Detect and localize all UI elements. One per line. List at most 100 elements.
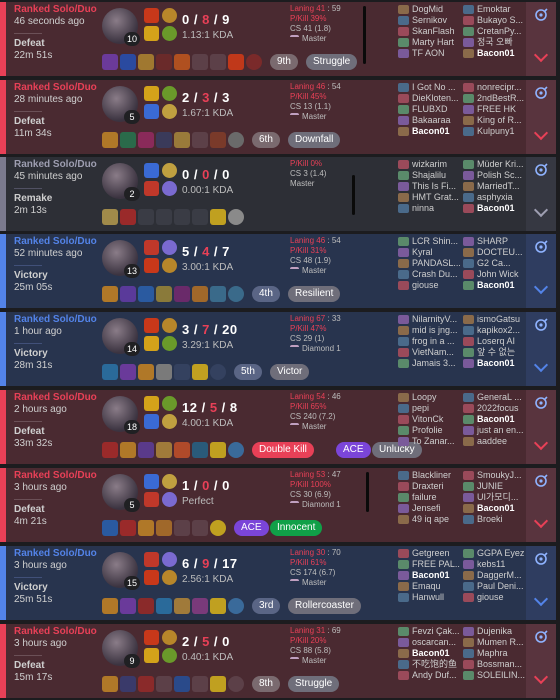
player-entry[interactable]: DieKloten... [398, 93, 460, 104]
match-row[interactable]: Ranked Solo/Duo 3 hours ago Victory 25m 51s… [0, 546, 556, 620]
player-entry[interactable]: Loserq AI [463, 336, 525, 347]
player-entry[interactable]: DOCTEU... [463, 247, 525, 258]
player-entry[interactable]: Andy Duf... [398, 670, 460, 681]
player-entry[interactable]: Shajalilu [398, 170, 460, 181]
player-entry[interactable]: FREE PAL... [398, 559, 460, 570]
match-row[interactable]: Ranked Solo/Duo 52 minutes ago Victory 25m … [0, 234, 556, 308]
expand-panel[interactable] [526, 390, 556, 464]
player-entry[interactable]: DogMid [398, 4, 460, 15]
share-icon[interactable] [534, 240, 548, 254]
match-row[interactable]: Ranked Solo/Duo 1 hour ago Victory 28m 31s 1… [0, 312, 556, 386]
share-icon[interactable] [534, 8, 548, 22]
share-icon[interactable] [534, 474, 548, 488]
player-entry[interactable]: ismoGatsu [463, 314, 525, 325]
player-entry[interactable]: Bacon01 [463, 203, 525, 214]
player-entry[interactable]: Bacon01 [398, 570, 460, 581]
player-entry[interactable]: CretanPy... [463, 26, 525, 37]
player-entry[interactable]: 앞 수 없는 [463, 347, 525, 358]
player-entry[interactable]: wizkarim [398, 159, 460, 170]
player-entry[interactable]: VietNam... [398, 347, 460, 358]
expand-panel[interactable] [526, 234, 556, 308]
player-entry[interactable]: Crash Du... [398, 269, 460, 280]
player-entry[interactable]: John Wick [463, 269, 525, 280]
player-entry[interactable]: Bacon01 [463, 503, 525, 514]
player-entry[interactable]: kapikox2... [463, 325, 525, 336]
chevron-down-icon[interactable] [533, 125, 549, 141]
player-entry[interactable]: Bacon01 [398, 648, 460, 659]
player-entry[interactable]: King of R... [463, 115, 525, 126]
match-row[interactable]: Ranked Solo/Duo 3 hours ago Defeat 4m 21s 5 1… [0, 468, 556, 542]
player-entry[interactable]: To Zanar... [398, 436, 460, 447]
player-entry[interactable]: FLUBXD [398, 104, 460, 115]
player-entry[interactable]: oscarcan... [398, 637, 460, 648]
player-entry[interactable]: 不吃饱的鱼 [398, 659, 460, 670]
player-entry[interactable]: Kyral [398, 247, 460, 258]
match-row[interactable]: Ranked Solo/Duo 2 hours ago Defeat 33m 32s 1… [0, 390, 556, 464]
player-entry[interactable]: SOLEILIN... [463, 670, 525, 681]
player-entry[interactable]: Blackliner [398, 470, 460, 481]
player-entry[interactable]: asphyxia [463, 192, 525, 203]
player-entry[interactable]: FREE HK [463, 104, 525, 115]
match-row[interactable]: Ranked Solo/Duo 3 hours ago Defeat 15m 17s 9… [0, 624, 556, 698]
expand-panel[interactable] [526, 2, 556, 76]
player-entry[interactable]: Loopy [398, 392, 460, 403]
player-entry[interactable]: Bakaaraa [398, 115, 460, 126]
player-entry[interactable]: giouse [398, 280, 460, 291]
player-entry[interactable]: 49 iq ape [398, 514, 460, 525]
expand-panel[interactable] [526, 80, 556, 154]
player-entry[interactable]: SHARP [463, 236, 525, 247]
expand-panel[interactable] [526, 468, 556, 542]
player-entry[interactable]: mid is jng... [398, 325, 460, 336]
player-entry[interactable]: kebs11 [463, 559, 525, 570]
match-row[interactable]: Ranked Solo/Duo 46 seconds ago Defeat 22m 5… [0, 2, 556, 76]
share-icon[interactable] [534, 318, 548, 332]
player-entry[interactable]: Maphra [463, 648, 525, 659]
player-entry[interactable]: 2ndBestR... [463, 93, 525, 104]
player-entry[interactable]: Bukayo S... [463, 15, 525, 26]
chevron-down-icon[interactable] [533, 47, 549, 63]
player-entry[interactable]: 2022focus [463, 403, 525, 414]
player-entry[interactable]: Mumen R... [463, 637, 525, 648]
player-entry[interactable]: Bacon01 [463, 280, 525, 291]
player-entry[interactable]: Jamais 3... [398, 358, 460, 369]
player-entry[interactable]: Emoktar [463, 4, 525, 15]
player-entry[interactable]: Bacon01 [398, 126, 460, 137]
player-entry[interactable]: Profolie [398, 425, 460, 436]
player-entry[interactable]: SkanFlash [398, 26, 460, 37]
player-entry[interactable]: LCR Shin... [398, 236, 460, 247]
player-entry[interactable]: G2 Ca... [463, 258, 525, 269]
player-entry[interactable]: giouse [463, 592, 525, 603]
player-entry[interactable]: nonrecipr... [463, 82, 525, 93]
player-entry[interactable]: just an en... [463, 425, 525, 436]
share-icon[interactable] [534, 163, 548, 177]
player-entry[interactable]: Bossman... [463, 659, 525, 670]
player-entry[interactable]: Jensefi [398, 503, 460, 514]
player-entry[interactable]: Hanwull [398, 592, 460, 603]
player-entry[interactable]: Getgreen [398, 548, 460, 559]
player-entry[interactable]: pepi [398, 403, 460, 414]
share-icon[interactable] [534, 86, 548, 100]
player-entry[interactable]: Bacon01 [463, 48, 525, 59]
player-entry[interactable]: Dujenika [463, 626, 525, 637]
player-entry[interactable]: Emaqu [398, 581, 460, 592]
player-entry[interactable]: GGPA Eyez [463, 548, 525, 559]
player-entry[interactable]: frog in a ... [398, 336, 460, 347]
player-entry[interactable]: Broeki [463, 514, 525, 525]
chevron-down-icon[interactable] [533, 202, 549, 218]
share-icon[interactable] [534, 396, 548, 410]
player-entry[interactable]: UI가모디... [463, 492, 525, 503]
expand-panel[interactable] [526, 624, 556, 698]
player-entry[interactable]: Bacon01 [463, 358, 525, 369]
player-entry[interactable]: HMT Grat... [398, 192, 460, 203]
player-entry[interactable]: Sernikov [398, 15, 460, 26]
player-entry[interactable]: aaddee [463, 436, 525, 447]
player-entry[interactable]: Paul Deni... [463, 581, 525, 592]
player-entry[interactable]: Draxteri [398, 481, 460, 492]
player-entry[interactable]: PANDASL... [398, 258, 460, 269]
player-entry[interactable]: SmoukyJ... [463, 470, 525, 481]
expand-panel[interactable] [526, 312, 556, 386]
chevron-down-icon[interactable] [533, 513, 549, 529]
chevron-down-icon[interactable] [533, 279, 549, 295]
player-entry[interactable]: JUNIE [463, 481, 525, 492]
player-entry[interactable]: DaggerM... [463, 570, 525, 581]
